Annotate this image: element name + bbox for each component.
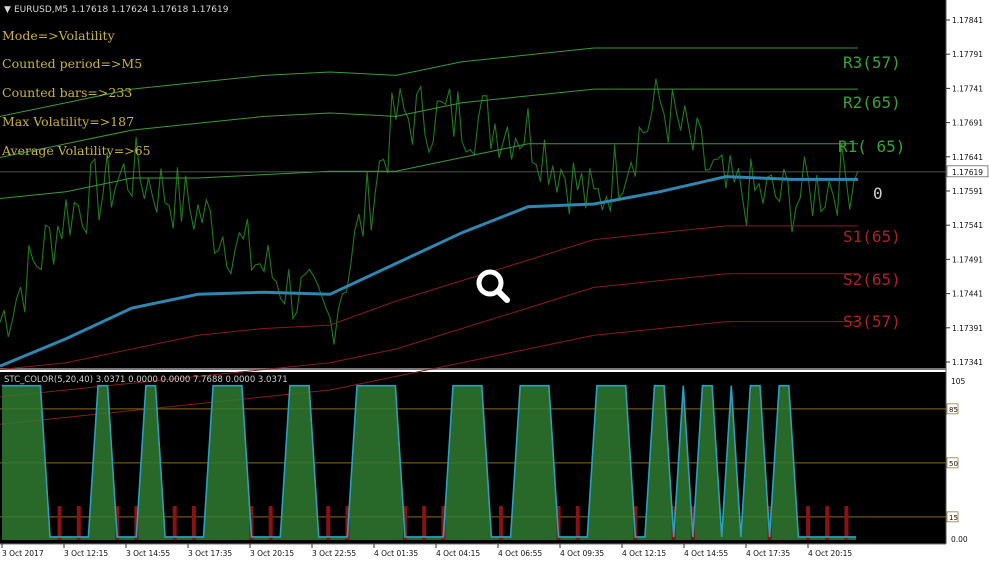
time-tick-label: 4 Oct 09:35 <box>560 549 604 558</box>
indicator-red-bar <box>575 506 580 540</box>
time-tick-label: 4 Oct 14:55 <box>684 549 728 558</box>
indicator-red-bar <box>57 506 62 540</box>
info-counted-bars: Counted bars=>233 <box>2 85 132 100</box>
indicator-red-bar <box>806 506 811 540</box>
price-tick-label: 1.17691 <box>952 119 983 128</box>
indicator-red-bar <box>172 506 177 540</box>
time-tick-label: 4 Oct 01:35 <box>374 549 418 558</box>
mt4-chart[interactable]: 1.17841 1.17791 1.17741 1.17691 1.17641 1.175… <box>0 0 989 561</box>
level-s2: S2(65) <box>843 270 901 289</box>
level-s3: S3(57) <box>843 312 901 331</box>
indicator-level-label: 15 <box>949 514 958 522</box>
time-tick-label: 3 Oct 22:55 <box>312 549 356 558</box>
info-max-volatility: Max Volatility=>187 <box>2 114 134 129</box>
info-period: Counted period=>M5 <box>2 56 142 71</box>
indicator-red-bar <box>326 506 331 540</box>
indicator-header: STC_COLOR(5,20,40) 3.0371 0.0000 0.0000 … <box>4 375 288 385</box>
info-mode: Mode=>Volatility <box>2 28 116 43</box>
stc-indicator <box>0 384 946 540</box>
indicator-red-bar <box>825 506 830 540</box>
indicator-red-bar <box>76 506 81 540</box>
time-tick-label: 3 Oct 12:15 <box>64 549 108 558</box>
indicator-axis-top: 105 <box>951 377 966 386</box>
price-tick-label: 1.17341 <box>952 358 983 367</box>
price-tick-label: 1.17841 <box>952 16 983 25</box>
current-price-label: 1.17619 <box>952 168 983 177</box>
indicator-level-label: 50 <box>949 460 958 468</box>
price-tick-label: 1.17391 <box>952 324 983 333</box>
time-tick-label: 3 Oct 17:35 <box>188 549 232 558</box>
level-r2: R2(65) <box>843 93 901 112</box>
time-tick-label: 4 Oct 20:15 <box>808 549 852 558</box>
time-tick-label: 4 Oct 06:55 <box>498 549 542 558</box>
time-tick-label: 4 Oct 04:15 <box>436 549 480 558</box>
price-tick-label: 1.17441 <box>952 290 983 299</box>
price-tick-label: 1.17541 <box>952 221 983 230</box>
price-tick-label: 1.17641 <box>952 153 983 162</box>
info-avg-volatility: Average Volatility=>65 <box>1 143 151 158</box>
level-r3: R3(57) <box>843 53 901 72</box>
price-tick-label: 1.17591 <box>952 187 983 196</box>
time-tick-label: 4 Oct 12:15 <box>622 549 666 558</box>
time-tick-label: 3 Oct 20:15 <box>250 549 294 558</box>
time-tick-label: 3 Oct 2017 <box>2 549 44 558</box>
time-tick-label: 3 Oct 14:55 <box>126 549 170 558</box>
symbol-header: EURUSD,M5 1.17618 1.17624 1.17618 1.1761… <box>14 5 229 15</box>
level-s1: S1(65) <box>843 227 901 246</box>
indicator-axis-bottom: 0.00 <box>951 535 968 544</box>
time-tick-label: 4 Oct 17:35 <box>746 549 790 558</box>
price-tick-label: 1.17791 <box>952 50 983 59</box>
chart-header-arrow[interactable]: ▼ <box>4 5 11 15</box>
indicator-red-bar <box>422 506 427 540</box>
indicator-level-label: 85 <box>949 406 958 414</box>
price-tick-label: 1.17741 <box>952 84 983 93</box>
indicator-red-bar <box>191 506 196 540</box>
indicator-red-bar <box>268 506 273 540</box>
level-pivot: 0 <box>873 184 883 203</box>
indicator-red-bar <box>844 506 849 540</box>
level-r1: R1( 65) <box>838 137 905 156</box>
indicator-red-bar <box>498 506 503 540</box>
price-tick-label: 1.17491 <box>952 255 983 264</box>
